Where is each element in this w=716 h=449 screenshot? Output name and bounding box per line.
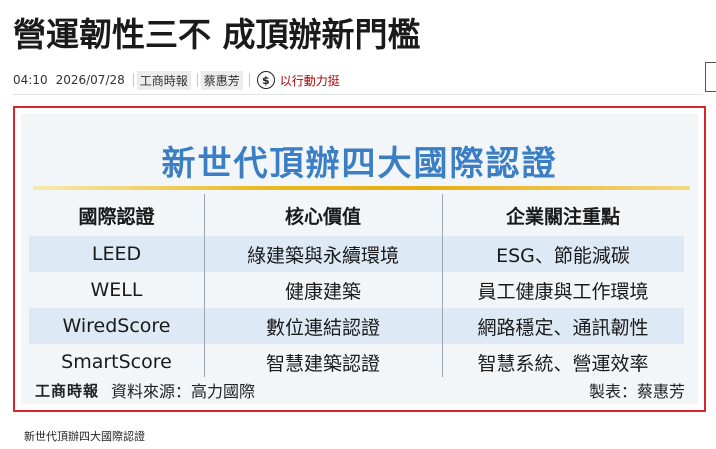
article-meta: 04:10 2026/07/28 工商時報 蔡惠芳 $ 以行動力挺 [13,69,340,91]
certification-table: 國際認證 核心價值 企業關注重點 LEED 綠建築與永續環境 ESG、節能減碳 … [29,194,684,380]
title-underline [33,186,690,190]
publish-time: 04:10 [13,73,48,87]
table-cell: 數位連結認證 [265,316,380,339]
infographic-footer: 工商時報 資料來源：高力國際 製表：蔡惠芳 [35,379,685,402]
table-cell: WELL [90,279,143,301]
publish-date: 2026/07/28 [55,73,125,87]
source-tag[interactable]: 工商時報 [136,70,191,90]
table-maker: 製表：蔡惠芳 [588,382,685,401]
newspaper-logo: 工商時報 [35,381,100,400]
author-tag[interactable]: 蔡惠芳 [200,70,243,90]
table-row: LEED 綠建築與永續環境 ESG、節能減碳 [29,236,684,272]
column-header: 企業關注重點 [505,205,620,228]
meta-divider [196,73,198,87]
column-divider [442,194,443,377]
table-cell: 網路穩定、通訊韌性 [477,316,649,339]
table-cell: 員工健康與工作環境 [477,280,649,303]
data-source: 資料來源：高力國際 [111,382,256,401]
column-divider [204,194,205,377]
donate-label: 以行動力挺 [279,73,340,88]
article-headline: 營運韌性三不 成頂辦新門檻 [13,15,421,54]
infographic: 新世代頂辦四大國際認證 國際認證 核心價值 企業關注重點 LEED 綠建築與永續… [21,114,698,404]
donate-link[interactable]: $ 以行動力挺 [256,71,340,89]
table-cell: ESG、節能減碳 [496,244,630,267]
table-cell: 健康建築 [284,280,361,303]
dollar-coin-icon: $ [256,71,275,89]
table-row: WiredScore 數位連結認證 網路穩定、通訊韌性 [29,308,684,344]
figure-caption: 新世代頂辦四大國際認證 [24,430,145,443]
column-header: 國際認證 [78,205,155,228]
article-figure[interactable]: 新世代頂辦四大國際認證 國際認證 核心價值 企業關注重點 LEED 綠建築與永續… [13,106,706,412]
table-cell: 智慧建築認證 [265,352,380,375]
meta-divider [132,73,134,87]
table-cell: 智慧系統、營運效率 [477,352,649,375]
table-cell: SmartScore [61,351,172,373]
infographic-title: 新世代頂辦四大國際認證 [161,144,558,184]
table-row: SmartScore 智慧建築認證 智慧系統、營運效率 [29,344,684,380]
share-toolbar-edge[interactable] [705,62,716,92]
meta-divider [248,73,250,87]
table-cell: WiredScore [62,315,171,337]
column-header: 核心價值 [284,205,361,228]
table-cell: 綠建築與永續環境 [246,244,399,267]
table-row: WELL 健康建築 員工健康與工作環境 [29,272,684,308]
meta-divider-line [13,94,703,95]
table-cell: LEED [91,243,142,265]
table-header-row: 國際認證 核心價值 企業關注重點 [29,194,684,236]
